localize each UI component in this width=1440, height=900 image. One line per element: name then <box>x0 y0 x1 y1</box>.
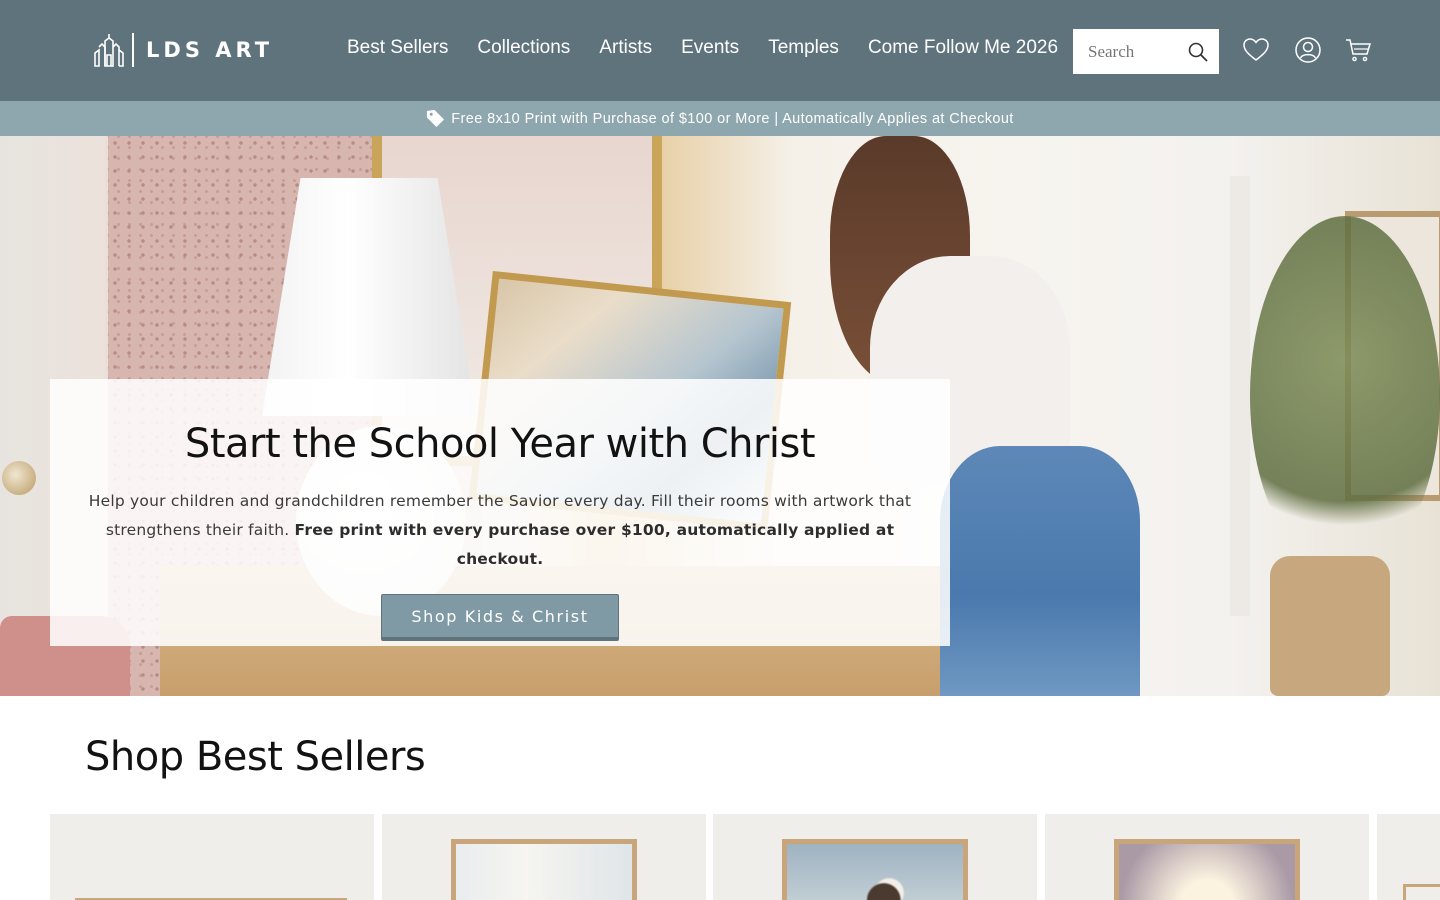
product-frame <box>1403 884 1440 900</box>
product-artwork <box>787 844 963 900</box>
logo-text: LDS ART <box>146 38 274 62</box>
shop-kids-christ-button[interactable]: Shop Kids & Christ <box>381 594 619 641</box>
account-icon[interactable] <box>1294 36 1322 64</box>
hero-banner: Start the School Year with Christ Help y… <box>0 136 1440 696</box>
nav-temples[interactable]: Temples <box>768 37 839 59</box>
logo-divider <box>132 33 134 67</box>
hero-image-door <box>1230 176 1250 616</box>
announcement-text: Free 8x10 Print with Purchase of $100 or… <box>451 110 1014 127</box>
hero-title: Start the School Year with Christ <box>184 421 816 467</box>
temple-logo-icon <box>94 34 124 67</box>
product-card[interactable] <box>1377 814 1440 900</box>
site-header: LDS ART Best Sellers Collections Artists… <box>0 0 1440 101</box>
product-card[interactable] <box>382 814 706 900</box>
product-frame <box>782 839 968 900</box>
nav-come-follow-me[interactable]: Come Follow Me 2026 <box>868 37 1058 59</box>
heart-icon[interactable] <box>1242 36 1270 64</box>
hero-body-bold: Free print with every purchase over $100… <box>294 521 895 568</box>
hero-image-door-knob <box>2 461 36 495</box>
nav-best-sellers[interactable]: Best Sellers <box>347 37 448 59</box>
hero-content-box: Start the School Year with Christ Help y… <box>50 379 950 646</box>
search-icon[interactable] <box>1187 41 1209 63</box>
site-logo[interactable]: LDS ART <box>94 32 273 68</box>
best-sellers-carousel <box>50 814 1440 900</box>
hero-image-basket <box>1270 556 1390 696</box>
nav-artists[interactable]: Artists <box>599 37 652 59</box>
cart-icon[interactable] <box>1344 36 1372 64</box>
announcement-bar[interactable]: Free 8x10 Print with Purchase of $100 or… <box>0 101 1440 136</box>
product-artwork <box>1119 844 1295 900</box>
search-box <box>1073 29 1219 74</box>
tag-icon <box>427 109 445 128</box>
product-card[interactable] <box>1045 814 1369 900</box>
hero-image-plant <box>1250 216 1440 576</box>
best-sellers-title: Shop Best Sellers <box>85 734 426 780</box>
product-card[interactable] <box>713 814 1037 900</box>
hero-description: Help your children and grandchildren rem… <box>80 487 920 574</box>
main-nav: Best Sellers Collections Artists Events … <box>347 37 1087 59</box>
product-frame <box>451 839 637 900</box>
hero-image-woman-jeans <box>940 446 1140 696</box>
nav-collections[interactable]: Collections <box>477 37 570 59</box>
product-card[interactable] <box>50 814 374 900</box>
product-frame <box>1114 839 1300 900</box>
search-input[interactable] <box>1088 41 1136 62</box>
nav-events[interactable]: Events <box>681 37 739 59</box>
product-artwork <box>456 844 632 900</box>
